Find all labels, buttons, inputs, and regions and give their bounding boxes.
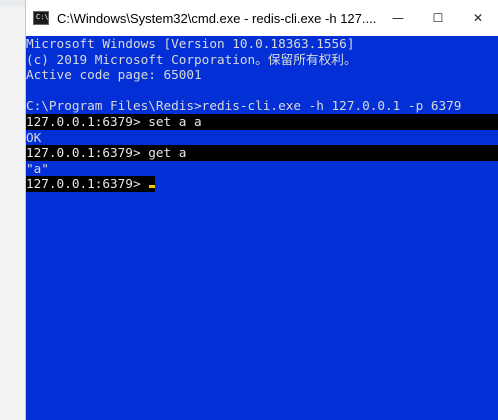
- cmd-icon: C:\: [33, 11, 49, 25]
- maximize-button[interactable]: ☐: [418, 0, 458, 36]
- console-line-highlighted: 127.0.0.1:6379> get a: [26, 145, 498, 161]
- console-output[interactable]: Microsoft Windows [Version 10.0.18363.15…: [26, 36, 498, 420]
- title-bar[interactable]: C:\ C:\Windows\System32\cmd.exe - redis-…: [26, 0, 498, 36]
- console-line: C:\Program Files\Redis>redis-cli.exe -h …: [26, 98, 462, 114]
- background-window: [0, 0, 26, 420]
- console-line: "a": [26, 160, 49, 176]
- console-line-highlighted: 127.0.0.1:6379> set a a: [26, 113, 498, 130]
- console-line: Microsoft Windows [Version 10.0.18363.15…: [26, 36, 355, 51]
- prompt-text: 127.0.0.1:6379>: [26, 176, 149, 192]
- cmd-window[interactable]: C:\ C:\Windows\System32\cmd.exe - redis-…: [26, 0, 498, 420]
- console-line: Active code page: 65001: [26, 67, 202, 83]
- console-prompt-line[interactable]: 127.0.0.1:6379>: [26, 176, 155, 192]
- close-button[interactable]: ✕: [458, 0, 498, 36]
- console-line: (c) 2019 Microsoft Corporation。保留所有权利。: [26, 51, 357, 67]
- text-cursor: [149, 185, 155, 189]
- cmd-icon-text: C:\: [36, 13, 49, 21]
- console-line: OK: [26, 129, 42, 145]
- window-controls: — ☐ ✕: [378, 0, 498, 36]
- minimize-button[interactable]: —: [378, 0, 418, 36]
- window-title: C:\Windows\System32\cmd.exe - redis-cli.…: [57, 10, 377, 26]
